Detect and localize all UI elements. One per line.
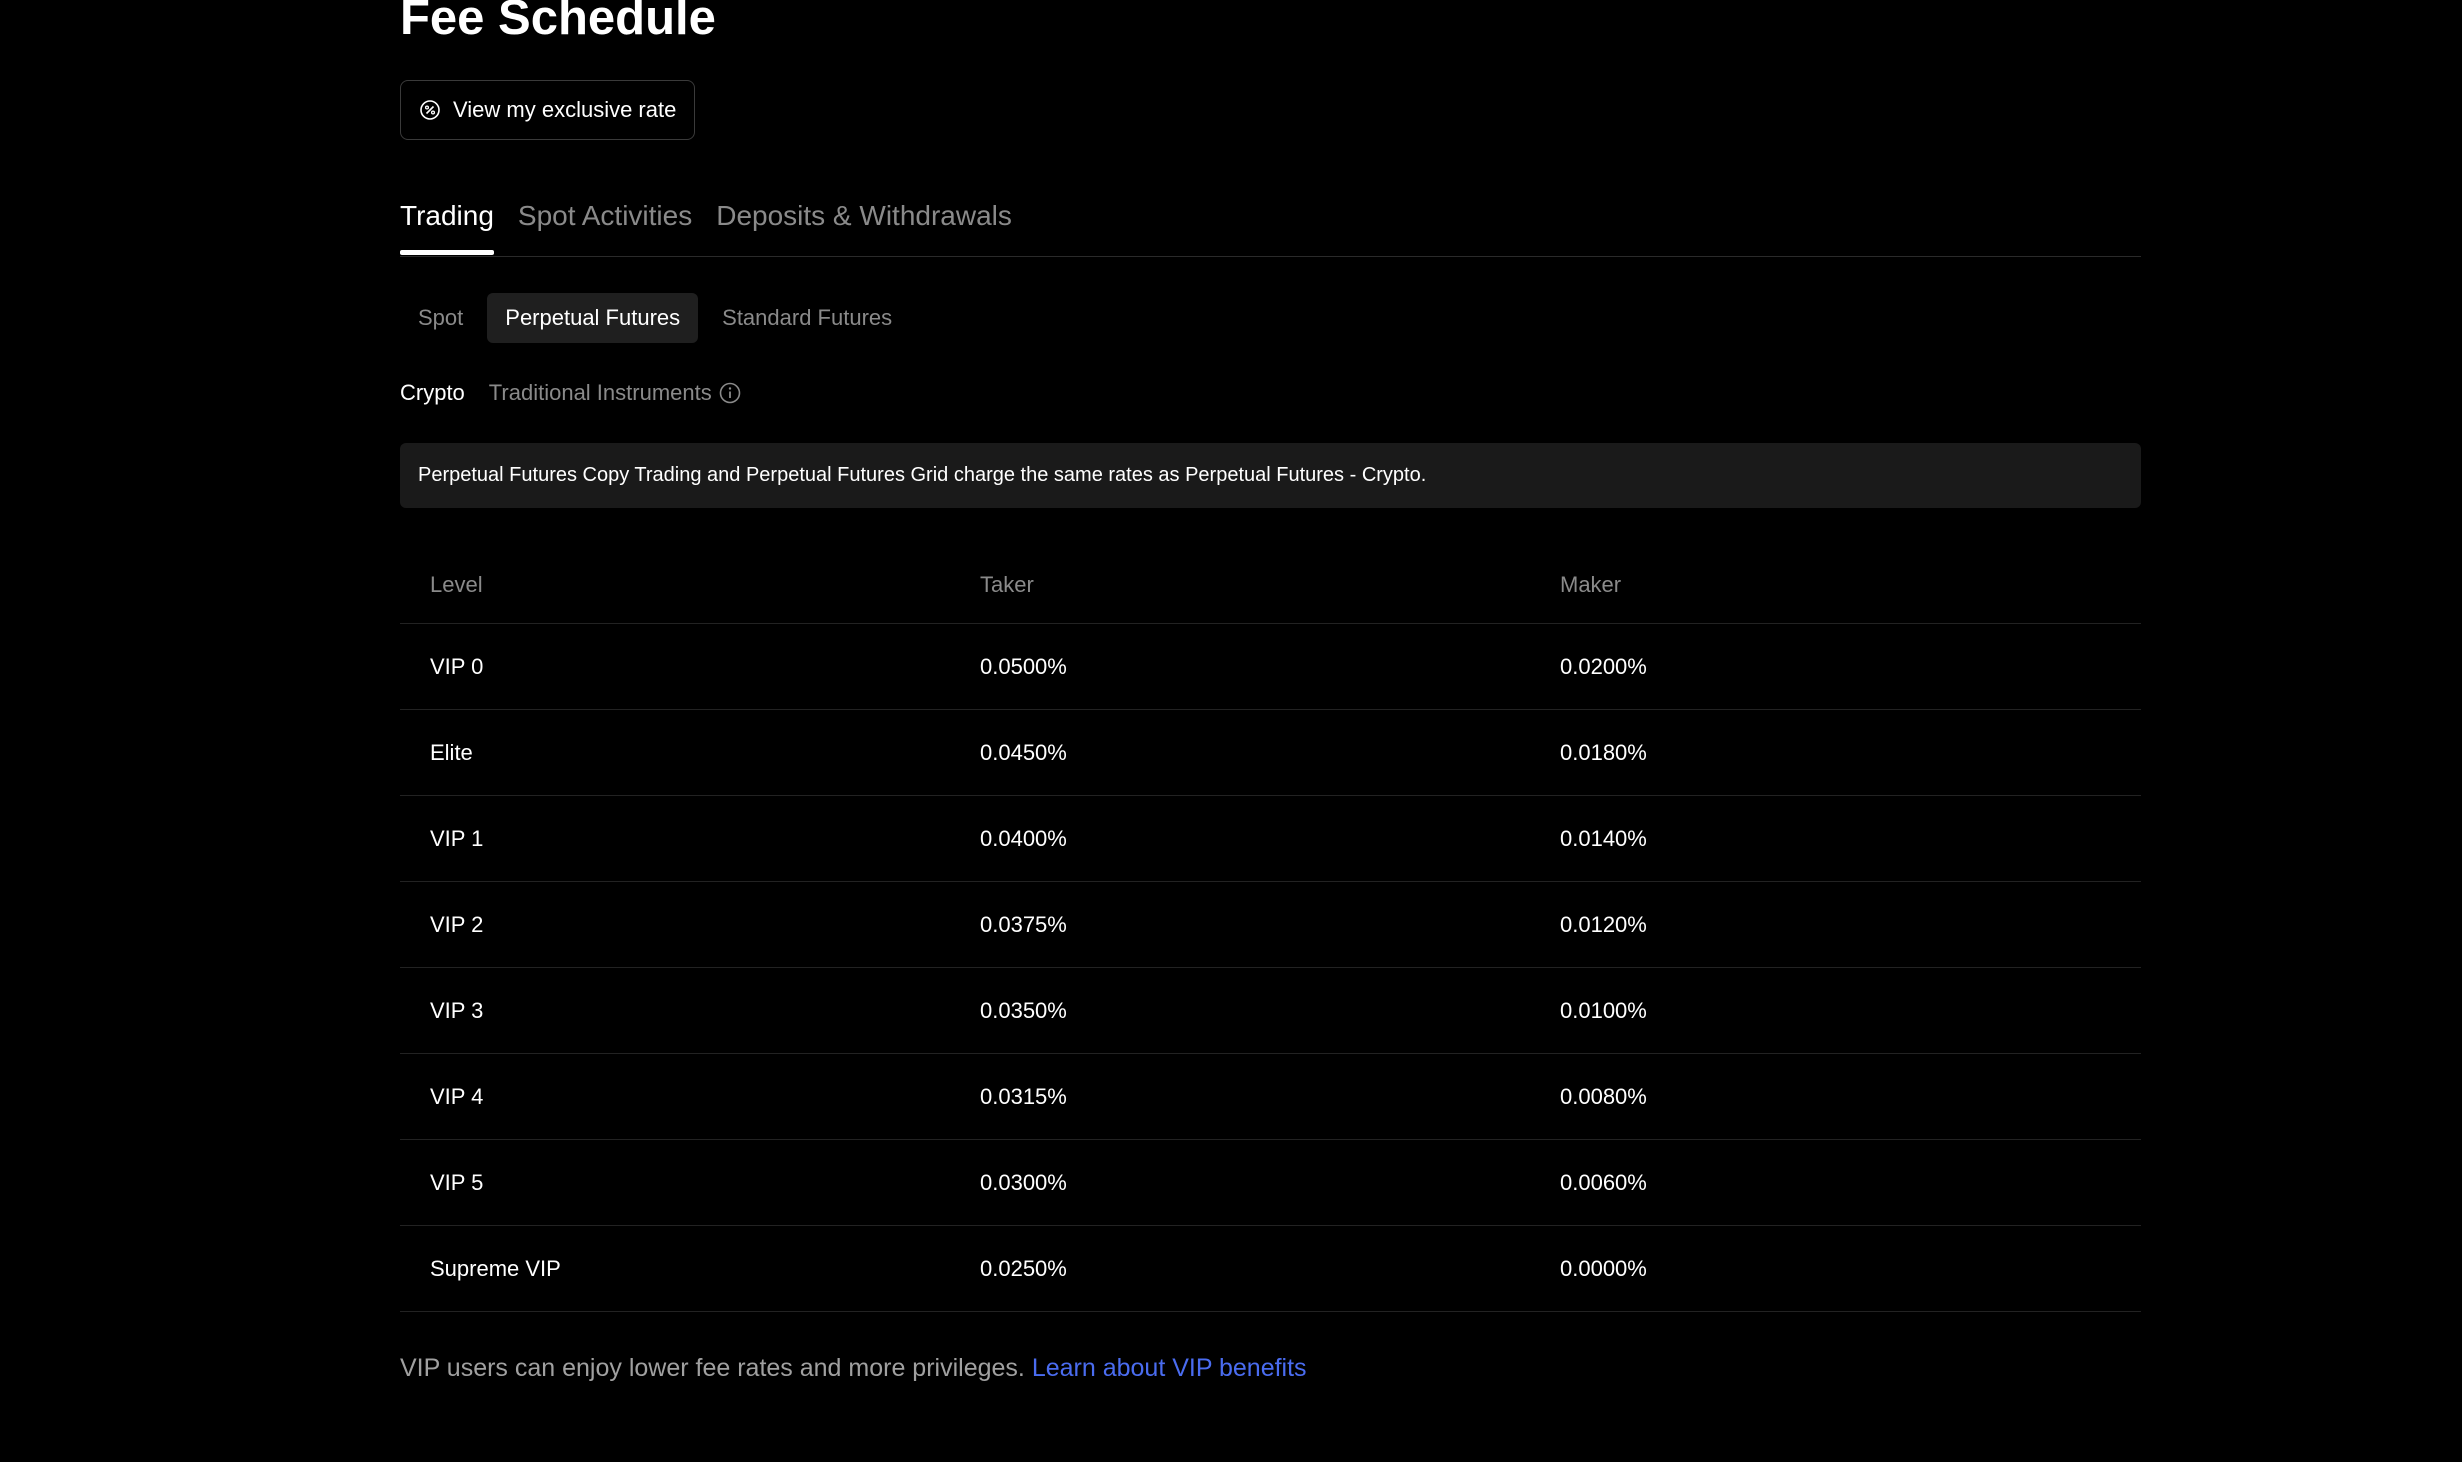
- tab-standard-futures[interactable]: Standard Futures: [704, 293, 910, 343]
- fee-table: Level Taker Maker VIP 0 0.0500% 0.0200% …: [400, 546, 2141, 1312]
- tab-traditional-instruments[interactable]: Traditional Instruments: [489, 377, 742, 409]
- main-tabs: Trading Spot Activities Deposits & Withd…: [400, 196, 2141, 257]
- table-header-row: Level Taker Maker: [400, 546, 2141, 624]
- vip-footer-note: VIP users can enjoy lower fee rates and …: [400, 1350, 1307, 1386]
- page-title: Fee Schedule: [400, 0, 716, 45]
- asset-tabs: Crypto Traditional Instruments: [400, 377, 742, 409]
- maker-cell: 0.0120%: [1560, 911, 1647, 937]
- taker-cell: 0.0315%: [980, 1083, 1067, 1109]
- tab-trading[interactable]: Trading: [400, 196, 494, 256]
- tab-traditional-instruments-label: Traditional Instruments: [488, 380, 712, 405]
- table-row: Supreme VIP 0.0250% 0.0000%: [400, 1226, 2141, 1312]
- page: Fee Schedule View my exclusive rate Trad…: [0, 0, 2462, 1462]
- maker-cell: 0.0080%: [1560, 1083, 1647, 1109]
- maker-cell: 0.0180%: [1560, 739, 1647, 765]
- taker-cell: 0.0375%: [980, 911, 1067, 937]
- maker-cell: 0.0060%: [1560, 1169, 1647, 1195]
- view-exclusive-rate-label: View my exclusive rate: [453, 97, 677, 122]
- info-icon[interactable]: [718, 381, 742, 405]
- level-cell: VIP 3: [430, 997, 484, 1023]
- tab-crypto[interactable]: Crypto: [400, 377, 465, 409]
- taker-cell: 0.0300%: [980, 1169, 1067, 1195]
- table-row: VIP 3 0.0350% 0.0100%: [400, 968, 2141, 1054]
- level-cell: VIP 2: [430, 911, 484, 937]
- taker-cell: 0.0250%: [980, 1255, 1067, 1281]
- level-cell: Elite: [430, 739, 473, 765]
- level-cell: VIP 4: [430, 1083, 484, 1109]
- maker-cell: 0.0000%: [1560, 1255, 1647, 1281]
- vip-footer-text: VIP users can enjoy lower fee rates and …: [400, 1354, 1025, 1382]
- level-cell: VIP 1: [430, 825, 484, 851]
- maker-cell: 0.0140%: [1560, 825, 1647, 851]
- view-exclusive-rate-button[interactable]: View my exclusive rate: [400, 80, 696, 140]
- column-header-maker: Maker: [1560, 571, 1622, 597]
- table-row: VIP 4 0.0315% 0.0080%: [400, 1054, 2141, 1140]
- taker-cell: 0.0450%: [980, 739, 1067, 765]
- taker-cell: 0.0350%: [980, 997, 1067, 1023]
- maker-cell: 0.0100%: [1560, 997, 1647, 1023]
- level-cell: VIP 0: [430, 653, 484, 679]
- table-row: VIP 2 0.0375% 0.0120%: [400, 882, 2141, 968]
- notice-banner: Perpetual Futures Copy Trading and Perpe…: [400, 443, 2141, 508]
- maker-cell: 0.0200%: [1560, 653, 1647, 679]
- taker-cell: 0.0500%: [980, 653, 1067, 679]
- tab-spot[interactable]: Spot: [400, 293, 481, 343]
- product-tabs: Spot Perpetual Futures Standard Futures: [400, 293, 910, 343]
- tab-deposits-withdrawals[interactable]: Deposits & Withdrawals: [716, 196, 1012, 256]
- column-header-level: Level: [430, 571, 483, 597]
- table-row: Elite 0.0450% 0.0180%: [400, 710, 2141, 796]
- percent-circle-icon: [419, 99, 441, 121]
- level-cell: VIP 5: [430, 1169, 484, 1195]
- taker-cell: 0.0400%: [980, 825, 1067, 851]
- tab-spot-activities[interactable]: Spot Activities: [518, 196, 692, 256]
- table-row: VIP 0 0.0500% 0.0200%: [400, 624, 2141, 710]
- table-row: VIP 1 0.0400% 0.0140%: [400, 796, 2141, 882]
- level-cell: Supreme VIP: [430, 1255, 561, 1281]
- tab-crypto-label: Crypto: [400, 380, 465, 405]
- table-row: VIP 5 0.0300% 0.0060%: [400, 1140, 2141, 1226]
- tab-perpetual-futures[interactable]: Perpetual Futures: [487, 293, 699, 343]
- column-header-taker: Taker: [980, 571, 1034, 597]
- learn-vip-benefits-link[interactable]: Learn about VIP benefits: [1032, 1354, 1307, 1382]
